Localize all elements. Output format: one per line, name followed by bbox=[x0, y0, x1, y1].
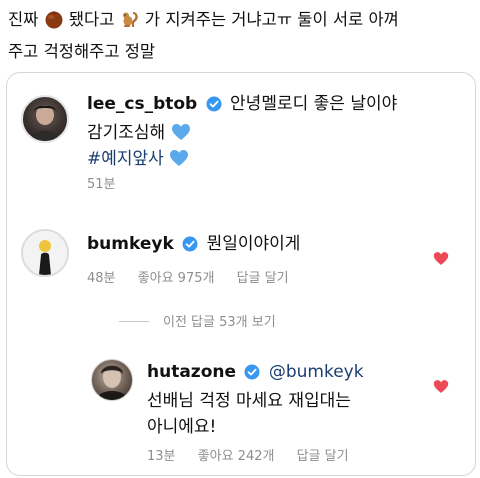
verified-badge-icon bbox=[244, 362, 260, 388]
view-previous-replies-link[interactable]: 이전 답글 53개 보기 bbox=[119, 311, 276, 330]
reply-body-line-1: 선배님 걱정 마세요 재입대는 bbox=[147, 391, 351, 411]
username[interactable]: bumkeyk bbox=[87, 234, 174, 254]
verified-badge-icon bbox=[182, 234, 198, 260]
likes-count[interactable]: 좋아요 242개 bbox=[198, 449, 275, 464]
avatar[interactable] bbox=[91, 359, 133, 401]
likes-count[interactable]: 좋아요 975개 bbox=[138, 271, 215, 286]
reply-button[interactable]: 답글 달기 bbox=[237, 271, 289, 286]
post-caption: 진짜 됐다고 가 지켜주는 거냐고ㅠ 둘이 서로 아껴 주고 걱정해주고 정말 bbox=[8, 6, 476, 66]
squirrel-icon bbox=[120, 9, 140, 38]
comment-body-line-2: 감기조심해 bbox=[87, 123, 166, 143]
view-replies-label: 이전 답글 53개 보기 bbox=[163, 315, 276, 330]
comment-time: 51분 bbox=[87, 177, 116, 192]
caption-word-1: 진짜 bbox=[8, 10, 39, 29]
verified-badge-icon bbox=[206, 94, 222, 120]
comment-text: bumkeyk 뭔일이야이게 bbox=[87, 231, 300, 260]
blue-heart-icon bbox=[169, 149, 189, 169]
hashtag-link[interactable]: #예지앞사 bbox=[87, 149, 164, 169]
reply-button[interactable]: 답글 달기 bbox=[297, 449, 349, 464]
comment-time: 48분 bbox=[87, 271, 116, 286]
username[interactable]: lee_cs_btob bbox=[87, 94, 197, 114]
blue-heart-icon bbox=[171, 123, 191, 143]
chestnut-icon bbox=[44, 9, 64, 38]
caption-word-2: 됐다고 bbox=[68, 10, 115, 29]
comments-card: lee_cs_btob 안녕멜로디 좋은 날이야 감기조심해 #예지앞사 51분 bbox=[6, 72, 476, 476]
mention-link[interactable]: @bumkeyk bbox=[269, 362, 364, 382]
caption-line-2: 주고 걱정해주고 정말 bbox=[8, 42, 156, 61]
avatar[interactable] bbox=[21, 95, 69, 143]
comment-body: 뭔일이야이게 bbox=[206, 234, 301, 254]
like-heart-icon[interactable] bbox=[433, 251, 449, 267]
comment-meta: 13분 좋아요 242개 답글 달기 bbox=[147, 445, 367, 464]
comment-text: hutazone @bumkeyk 선배님 걱정 마세요 재입대는 아니에요! bbox=[147, 359, 427, 440]
comment-body-line-1: 안녕멜로디 좋은 날이야 bbox=[230, 94, 398, 114]
divider-line bbox=[119, 321, 149, 322]
comment-meta: 51분 bbox=[87, 173, 116, 192]
username[interactable]: hutazone bbox=[147, 362, 236, 382]
comment-time: 13분 bbox=[147, 449, 176, 464]
reply-body-line-2: 아니에요! bbox=[147, 417, 217, 437]
comment-text: lee_cs_btob 안녕멜로디 좋은 날이야 감기조심해 #예지앞사 bbox=[87, 91, 457, 172]
caption-word-3: 가 지켜주는 거냐고ㅠ 둘이 서로 아껴 bbox=[144, 10, 399, 29]
avatar[interactable] bbox=[21, 229, 69, 277]
like-heart-icon[interactable] bbox=[433, 379, 449, 395]
comment-meta: 48분 좋아요 975개 답글 달기 bbox=[87, 267, 307, 286]
